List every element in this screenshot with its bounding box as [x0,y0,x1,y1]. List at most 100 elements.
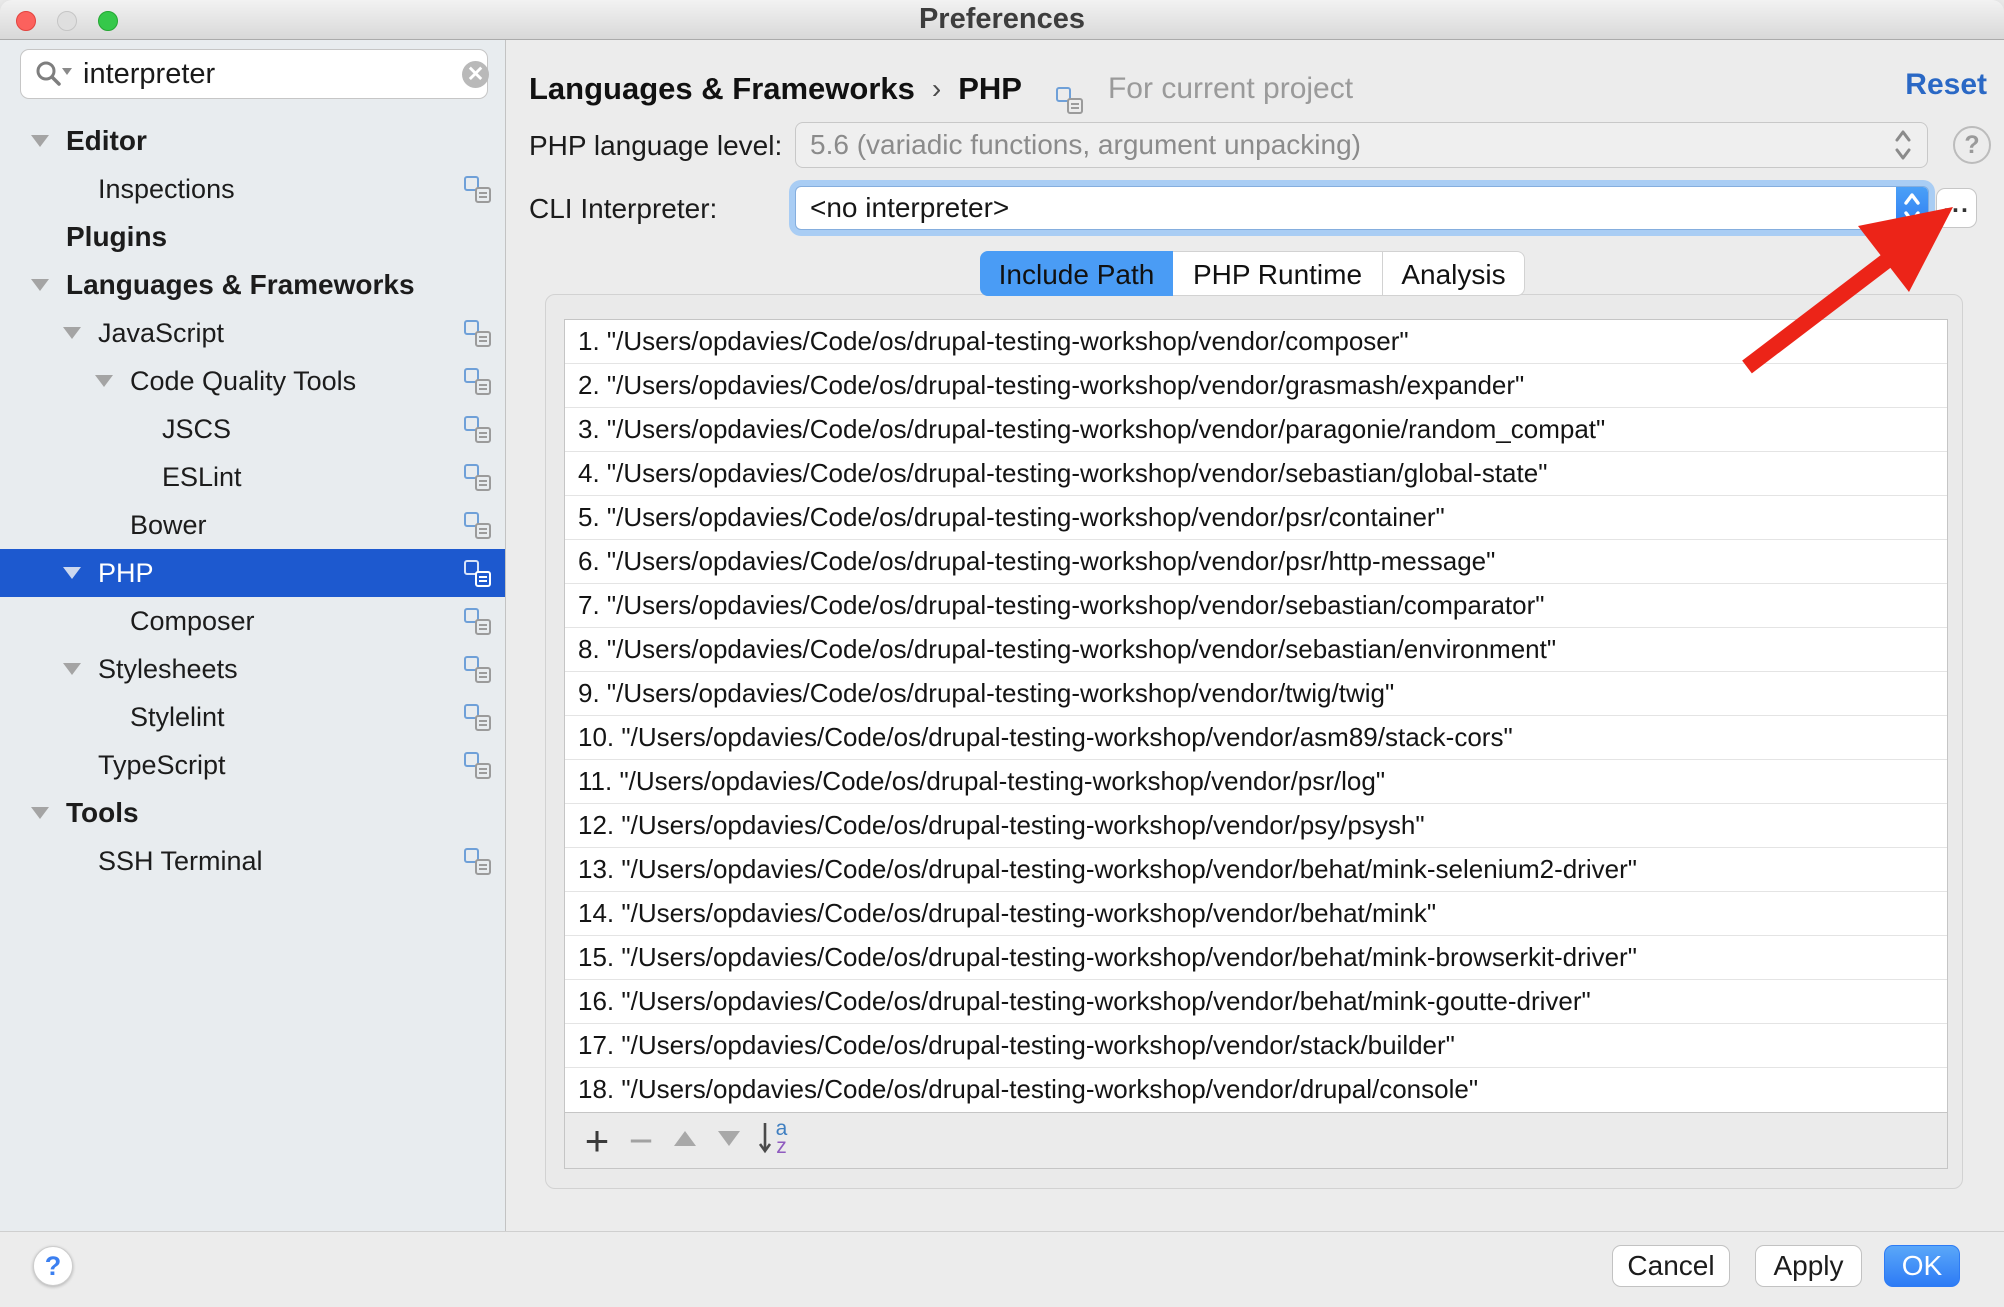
include-path-row[interactable]: 5. "/Users/opdavies/Code/os/drupal-testi… [565,496,1947,540]
tab-include-path[interactable]: Include Path [980,251,1173,296]
include-path-list: 1. "/Users/opdavies/Code/os/drupal-testi… [565,320,1947,1112]
include-path-row[interactable]: 14. "/Users/opdavies/Code/os/drupal-test… [565,892,1947,936]
include-path-row[interactable]: 13. "/Users/opdavies/Code/os/drupal-test… [565,848,1947,892]
sidebar-item-label: Tools [66,797,139,829]
expand-arrow-icon[interactable] [95,375,113,387]
sidebar-item-typescript[interactable]: TypeScript [0,741,505,789]
sidebar-item-label: JavaScript [98,318,224,349]
reset-link[interactable]: Reset [1905,68,1987,102]
include-path-row[interactable]: 9. "/Users/opdavies/Code/os/drupal-testi… [565,672,1947,716]
sidebar-item-stylesheets[interactable]: Stylesheets [0,645,505,693]
expand-arrow-icon[interactable] [31,135,49,147]
language-level-value: 5.6 (variadic functions, argument unpack… [810,129,1893,161]
breadcrumb-page[interactable]: PHP [958,71,1022,107]
sidebar-item-label: Inspections [98,174,235,205]
breadcrumb: Languages & Frameworks › PHP For current… [529,68,1353,110]
breadcrumb-separator-icon: › [932,73,941,105]
include-path-row[interactable]: 17. "/Users/opdavies/Code/os/drupal-test… [565,1024,1947,1068]
sidebar-item-jscs[interactable]: JSCS [0,405,505,453]
sidebar-item-tools[interactable]: Tools [0,789,505,837]
browse-interpreters-button[interactable]: ... [1936,188,1977,228]
project-settings-icon [464,608,491,635]
window-title: Preferences [0,0,2004,40]
sidebar-item-label: Editor [66,125,147,157]
php-settings-tabs: Include PathPHP RuntimeAnalysis [980,251,1525,296]
sidebar-item-composer[interactable]: Composer [0,597,505,645]
include-path-row[interactable]: 4. "/Users/opdavies/Code/os/drupal-testi… [565,452,1947,496]
include-path-row[interactable]: 7. "/Users/opdavies/Code/os/drupal-testi… [565,584,1947,628]
sort-alphabetically-button[interactable]: az [751,1119,795,1162]
include-path-row[interactable]: 8. "/Users/opdavies/Code/os/drupal-testi… [565,628,1947,672]
project-settings-icon [464,512,491,539]
project-settings-icon [464,368,491,395]
settings-sidebar: ✕ Editor Inspections Plugins Languages & Fr… [0,40,506,1231]
breadcrumb-section[interactable]: Languages & Frameworks [529,71,915,107]
sidebar-item-bower[interactable]: Bower [0,501,505,549]
scope-indicator: For current project [1070,72,1353,106]
include-path-row[interactable]: 15. "/Users/opdavies/Code/os/drupal-test… [565,936,1947,980]
sidebar-item-plugins[interactable]: Plugins [0,213,505,261]
title-bar: Preferences [0,0,2004,40]
sidebar-item-eslint[interactable]: ESLint [0,453,505,501]
cli-interpreter-value: <no interpreter> [796,187,1896,229]
cli-interpreter-label: CLI Interpreter: [529,193,717,225]
move-up-button[interactable] [663,1131,707,1151]
settings-search-box[interactable]: ✕ [20,49,488,99]
ok-button[interactable]: OK [1884,1245,1960,1287]
select-stepper-icon[interactable] [1896,187,1928,229]
sidebar-item-stylelint[interactable]: Stylelint [0,693,505,741]
help-button[interactable]: ? [33,1246,73,1286]
include-path-row[interactable]: 11. "/Users/opdavies/Code/os/drupal-test… [565,760,1947,804]
cancel-button[interactable]: Cancel [1612,1245,1730,1287]
include-path-row[interactable]: 10. "/Users/opdavies/Code/os/drupal-test… [565,716,1947,760]
search-input[interactable] [81,57,462,92]
expand-arrow-icon[interactable] [31,279,49,291]
project-settings-icon [464,320,491,347]
tab-analysis[interactable]: Analysis [1383,251,1525,296]
move-down-button[interactable] [707,1131,751,1151]
sidebar-item-php[interactable]: PHP [0,549,505,597]
sidebar-item-label: Stylelint [130,702,225,733]
sidebar-item-ssh-terminal[interactable]: SSH Terminal [0,837,505,885]
sidebar-item-editor[interactable]: Editor [0,117,505,165]
search-icon [33,59,73,89]
add-path-button[interactable]: + [575,1116,619,1166]
cli-interpreter-select[interactable]: <no interpreter> [795,186,1929,230]
include-path-row[interactable]: 2. "/Users/opdavies/Code/os/drupal-testi… [565,364,1947,408]
project-settings-icon [464,848,491,875]
include-path-row[interactable]: 16. "/Users/opdavies/Code/os/drupal-test… [565,980,1947,1024]
include-path-row[interactable]: 12. "/Users/opdavies/Code/os/drupal-test… [565,804,1947,848]
expand-arrow-icon[interactable] [31,807,49,819]
include-path-row[interactable]: 6. "/Users/opdavies/Code/os/drupal-testi… [565,540,1947,584]
apply-button[interactable]: Apply [1755,1245,1862,1287]
sidebar-item-label: Plugins [66,221,167,253]
sidebar-item-languages-frameworks[interactable]: Languages & Frameworks [0,261,505,309]
project-settings-icon [464,560,491,587]
expand-arrow-icon[interactable] [63,567,81,579]
sidebar-item-label: Code Quality Tools [130,366,356,397]
project-settings-icon [464,752,491,779]
include-path-row[interactable]: 1. "/Users/opdavies/Code/os/drupal-testi… [565,320,1947,364]
sidebar-item-javascript[interactable]: JavaScript [0,309,505,357]
sidebar-item-label: PHP [98,558,154,589]
sidebar-item-label: JSCS [162,414,231,445]
sidebar-item-label: SSH Terminal [98,846,263,877]
clear-search-icon[interactable]: ✕ [462,61,489,88]
include-path-row[interactable]: 3. "/Users/opdavies/Code/os/drupal-testi… [565,408,1947,452]
sidebar-item-label: ESLint [162,462,242,493]
expand-arrow-icon[interactable] [63,663,81,675]
sidebar-item-code-quality-tools[interactable]: Code Quality Tools [0,357,505,405]
remove-path-button[interactable]: − [619,1116,663,1166]
language-level-select[interactable]: 5.6 (variadic functions, argument unpack… [795,122,1928,168]
include-path-row[interactable]: 18. "/Users/opdavies/Code/os/drupal-test… [565,1068,1947,1112]
preferences-window: Preferences ✕ Editor Inspections Plugins La… [0,0,2004,1307]
language-level-help-icon[interactable]: ? [1953,126,1991,164]
select-spinner-icon [1893,128,1913,162]
sidebar-item-inspections[interactable]: Inspections [0,165,505,213]
tab-php-runtime[interactable]: PHP Runtime [1173,251,1383,296]
settings-main-pane: Languages & Frameworks › PHP For current… [506,40,2004,1231]
sidebar-item-label: Languages & Frameworks [66,269,415,301]
expand-arrow-icon[interactable] [63,327,81,339]
sort-az-icon: az [759,1119,788,1157]
include-path-list-container: 1. "/Users/opdavies/Code/os/drupal-testi… [564,319,1948,1169]
